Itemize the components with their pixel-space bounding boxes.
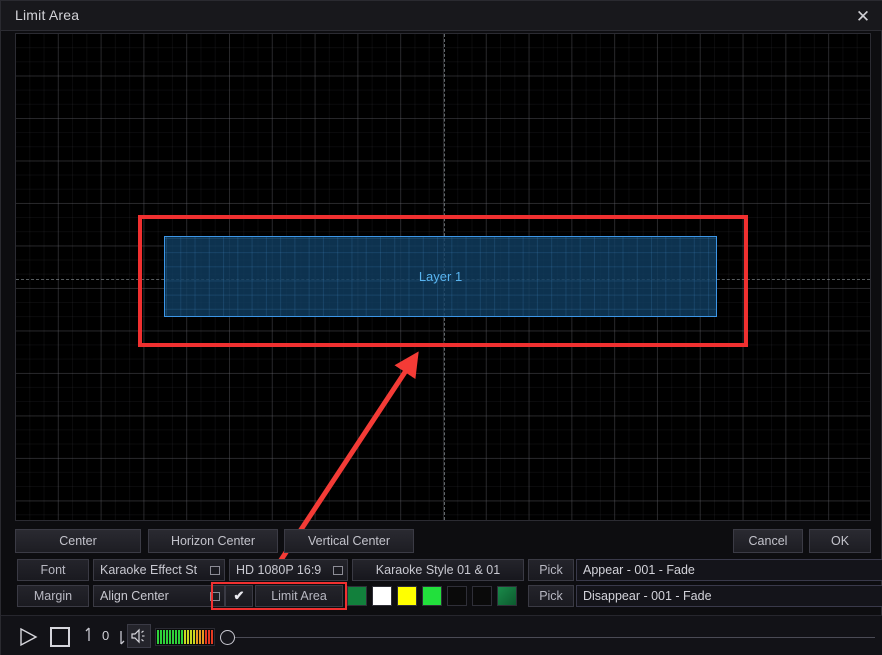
level-meter-bar [166, 630, 168, 644]
level-meter-bar [211, 630, 213, 644]
level-meter-bar [193, 630, 195, 644]
pitch-stepper[interactable]: 0 [83, 624, 127, 648]
level-meter-bar [181, 630, 183, 644]
level-meter-bar [196, 630, 198, 644]
color-swatch[interactable] [447, 586, 467, 606]
chevron-down-icon [210, 566, 220, 575]
color-swatch[interactable] [347, 586, 367, 606]
align-select-value: Align Center [100, 589, 169, 603]
font-button[interactable]: Font [17, 559, 89, 581]
color-swatch[interactable] [472, 586, 492, 606]
volume-slider-track[interactable] [235, 637, 875, 638]
ok-button[interactable]: OK [809, 529, 871, 553]
chevron-down-icon [333, 566, 343, 575]
play-icon[interactable] [17, 626, 39, 648]
limit-area-button[interactable]: Limit Area [255, 585, 343, 607]
color-swatch[interactable] [372, 586, 392, 606]
level-meter-bar [184, 630, 186, 644]
karaoke-style-value: Karaoke Style 01 & 01 [375, 563, 501, 577]
font-property-row: Font Karaoke Effect St HD 1080P 16:9 Kar… [9, 559, 882, 581]
center-button[interactable]: Center [15, 529, 141, 553]
level-meter-bar [187, 630, 189, 644]
level-meter-bar [160, 630, 162, 644]
color-swatch[interactable] [497, 586, 517, 606]
level-meter-bar [175, 630, 177, 644]
karaoke-style-select[interactable]: Karaoke Style 01 & 01 [352, 559, 524, 581]
speaker-icon[interactable] [127, 624, 151, 648]
limit-area-checkbox[interactable]: ✔ [225, 585, 253, 607]
close-icon[interactable]: ✕ [843, 1, 882, 31]
layer-label: Layer 1 [418, 269, 463, 284]
align-select[interactable]: Align Center [93, 585, 225, 607]
player-bar: 0 [1, 615, 882, 655]
level-meter-bar [157, 630, 159, 644]
level-meter-bar [205, 630, 207, 644]
resolution-select[interactable]: HD 1080P 16:9 [229, 559, 348, 581]
align-button-row: Center Horizon Center Vertical Center Ca… [15, 529, 871, 553]
level-meter-bar [190, 630, 192, 644]
check-icon: ✔ [233, 588, 245, 603]
pick-disappear-button[interactable]: Pick [528, 585, 574, 607]
stop-icon[interactable] [50, 627, 70, 647]
color-swatch[interactable] [397, 586, 417, 606]
level-meter-bar [202, 630, 204, 644]
margin-property-row: Margin Align Center ✔ Limit Area Pick Di… [9, 582, 882, 610]
vertical-center-button[interactable]: Vertical Center [284, 529, 414, 553]
disappear-effect-field[interactable]: Disappear - 001 - Fade [576, 585, 882, 607]
pitch-value: 0 [102, 628, 110, 643]
level-meter-bar [172, 630, 174, 644]
pick-appear-button[interactable]: Pick [528, 559, 574, 581]
text-layer-box[interactable]: Layer 1 [164, 236, 717, 317]
font-select[interactable]: Karaoke Effect St [93, 559, 225, 581]
level-meter [155, 628, 215, 646]
cancel-button[interactable]: Cancel [733, 529, 803, 553]
appear-effect-field[interactable]: Appear - 001 - Fade [576, 559, 882, 581]
title-bar: Limit Area ✕ [1, 1, 882, 31]
volume-slider-knob[interactable] [220, 630, 235, 645]
level-meter-bar [163, 630, 165, 644]
limit-area-dialog: Limit Area ✕ Layer 1 Center Horizon Cent… [0, 0, 882, 655]
color-swatch[interactable] [422, 586, 442, 606]
level-meter-bar [199, 630, 201, 644]
margin-button[interactable]: Margin [17, 585, 89, 607]
level-meter-bar [208, 630, 210, 644]
resolution-select-value: HD 1080P 16:9 [236, 563, 322, 577]
level-meter-bar [169, 630, 171, 644]
font-select-value: Karaoke Effect St [100, 563, 198, 577]
level-meter-bar [178, 630, 180, 644]
page-title: Limit Area [15, 7, 80, 23]
preview-canvas[interactable]: Layer 1 [15, 33, 871, 521]
horizon-center-button[interactable]: Horizon Center [148, 529, 278, 553]
